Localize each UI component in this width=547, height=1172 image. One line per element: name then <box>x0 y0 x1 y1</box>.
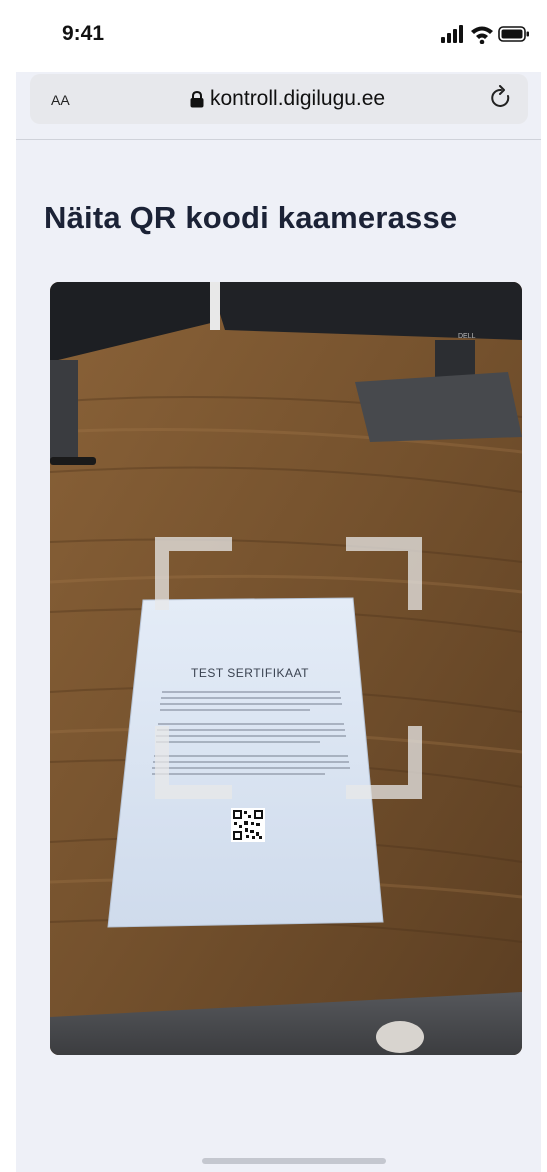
camera-feed-image: DELL TEST SERTIFIKAAT <box>50 282 522 1055</box>
document-title: TEST SERTIFIKAAT <box>191 666 309 680</box>
reload-icon[interactable] <box>488 85 514 111</box>
signal-icon <box>441 25 463 43</box>
text-size-button[interactable]: AA <box>51 88 70 111</box>
status-bar: 9:41 <box>16 0 541 72</box>
url-display[interactable]: kontroll.digilugu.ee <box>190 87 385 111</box>
lock-icon <box>190 90 204 107</box>
status-time: 9:41 <box>62 22 105 45</box>
address-bar[interactable]: AA kontroll.digilugu.ee <box>30 74 528 124</box>
url-text: kontroll.digilugu.ee <box>210 87 386 110</box>
qr-code <box>231 808 265 842</box>
address-bar-divider <box>16 139 541 140</box>
camera-preview: DELL TEST SERTIFIKAAT <box>50 282 522 1055</box>
phone-screen: 9:41 AA kontroll.digilugu.ee Näita QR ko… <box>16 0 541 1172</box>
home-indicator <box>202 1158 386 1164</box>
text-size-label: AA <box>51 92 70 108</box>
page-title: Näita QR koodi kaamerasse <box>44 200 458 235</box>
battery-icon <box>498 26 529 42</box>
monitor-brand-label: DELL <box>458 333 476 340</box>
wifi-icon <box>471 26 493 44</box>
status-icons <box>441 25 529 44</box>
